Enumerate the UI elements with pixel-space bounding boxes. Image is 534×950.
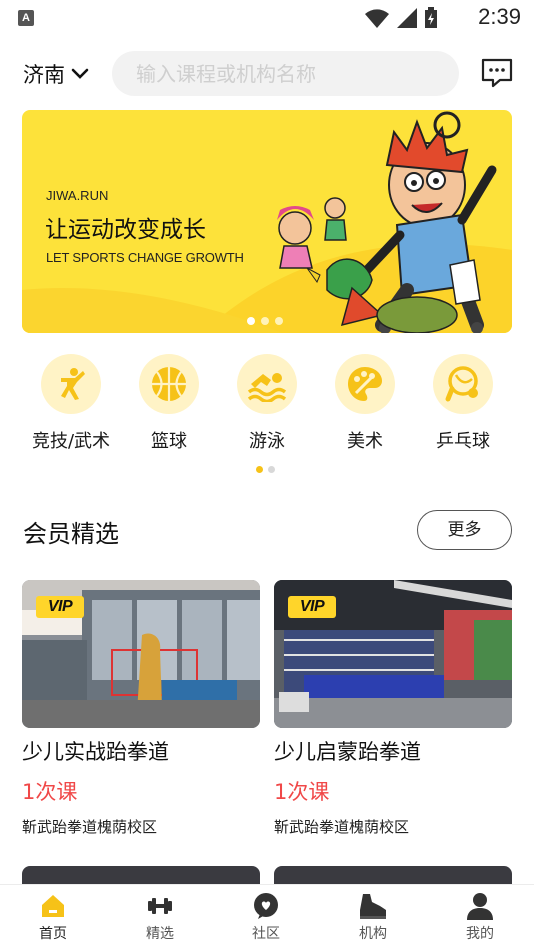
vip-badge: VIP: [288, 596, 336, 618]
home-icon: [42, 895, 64, 917]
tab-featured[interactable]: 精选: [125, 891, 195, 943]
tab-label: 精选: [146, 926, 174, 942]
message-icon[interactable]: [480, 56, 514, 90]
vip-badge: VIP: [36, 596, 84, 618]
course-image: VIP: [274, 580, 512, 728]
shoe-icon: [360, 894, 386, 919]
promo-banner[interactable]: JIWA.RUN 让运动改变成长 LET SPORTS CHANGE GROWT…: [22, 110, 512, 333]
status-time: 2:39: [478, 4, 521, 29]
basketball-icon: [152, 367, 186, 401]
tab-label: 机构: [359, 926, 387, 942]
city-label: 济南: [23, 63, 65, 87]
category-pingpong[interactable]: 乒乓球: [413, 354, 513, 453]
category-swimming[interactable]: 游泳: [217, 354, 317, 453]
city-selector[interactable]: 济南: [23, 59, 89, 89]
chat-bubble-icon: [254, 893, 278, 919]
pingpong-icon: [445, 366, 478, 402]
category-label: 乒乓球: [436, 431, 490, 452]
banner-dot[interactable]: [261, 317, 269, 325]
search-header: 济南: [0, 50, 534, 96]
banner-dot[interactable]: [275, 317, 283, 325]
notification-icon: A: [18, 10, 34, 26]
banner-title: 让运动改变成长: [45, 217, 206, 243]
wifi-icon: [365, 9, 389, 28]
category-grid: 竞技/武术 篮球 游泳 美术 乒乓球: [0, 354, 534, 454]
signal-icon: [397, 8, 417, 28]
palette-icon: [348, 367, 382, 401]
category-page-dot: [256, 466, 263, 473]
course-lessons: 1次课: [22, 780, 78, 804]
category-label: 游泳: [249, 431, 285, 452]
banner-subtitle: JIWA.RUN: [46, 188, 109, 203]
course-lessons: 1次课: [274, 780, 330, 804]
bottom-tab-bar: 首页 精选 社区 机构 我的: [0, 884, 534, 950]
category-basketball[interactable]: 篮球: [119, 354, 219, 453]
tab-institutions[interactable]: 机构: [338, 891, 408, 943]
category-label: 篮球: [151, 431, 187, 452]
course-name: 少儿启蒙跆拳道: [274, 740, 421, 764]
search-input[interactable]: [136, 61, 436, 86]
course-org: 靳武跆拳道槐荫校区: [22, 818, 158, 836]
more-button[interactable]: 更多: [417, 510, 512, 550]
banner-dot[interactable]: [247, 317, 255, 325]
tab-label: 社区: [252, 926, 280, 942]
section-title: 会员精选: [23, 520, 119, 548]
category-art[interactable]: 美术: [315, 354, 415, 453]
chevron-down-icon: [71, 68, 89, 79]
tab-label: 首页: [39, 926, 67, 942]
course-org: 靳武跆拳道槐荫校区: [274, 818, 410, 836]
course-card[interactable]: VIP 少儿启蒙跆拳道 1次课 靳武跆拳道槐荫校区: [274, 580, 512, 837]
search-bar[interactable]: [112, 51, 459, 96]
swimming-icon: [247, 373, 287, 402]
category-label: 美术: [347, 431, 383, 452]
category-pagination: [256, 466, 275, 473]
martial-arts-icon: [61, 368, 85, 400]
category-martial-arts[interactable]: 竞技/武术: [21, 354, 121, 453]
category-label: 竞技/武术: [31, 431, 111, 452]
dumbbell-icon: [148, 898, 172, 914]
banner-pagination: [247, 317, 283, 325]
course-image: VIP: [22, 580, 260, 728]
course-card[interactable]: VIP 少儿实战跆拳道 1次课 靳武跆拳道槐荫校区: [22, 580, 260, 837]
course-name: 少儿实战跆拳道: [22, 740, 169, 764]
tab-profile[interactable]: 我的: [445, 891, 515, 943]
tab-label: 我的: [466, 926, 494, 942]
banner-title-en: LET SPORTS CHANGE GROWTH: [46, 250, 244, 265]
category-page-dot: [268, 466, 275, 473]
tab-community[interactable]: 社区: [231, 891, 301, 943]
battery-icon: [425, 7, 437, 28]
tab-home[interactable]: 首页: [18, 891, 88, 943]
person-icon: [467, 893, 493, 920]
status-bar: A 2:39: [0, 0, 534, 36]
